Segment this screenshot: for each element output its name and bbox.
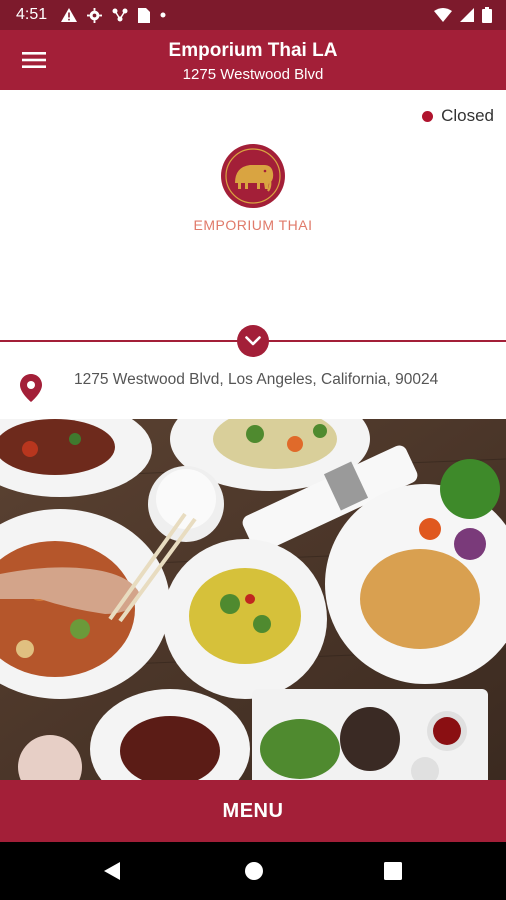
home-icon[interactable] [244,861,264,886]
menu-button[interactable]: MENU [0,780,506,842]
food-photo [0,419,506,780]
address-text: 1275 Westwood Blvd, Los Angeles, Califor… [74,371,439,388]
elephant-logo-icon [221,144,285,208]
signal-icon [460,8,474,22]
logo-text: EMPORIUM THAI [193,217,313,233]
status-icons-right [434,7,492,23]
warning-icon [61,8,78,22]
dot-icon [160,12,166,18]
location-pin-icon [20,374,42,407]
back-icon[interactable] [102,861,122,886]
status-bar: 4:51 [0,0,506,30]
battery-icon [482,7,492,23]
status-dot-icon [422,110,434,122]
status-time: 4:51 [16,6,48,23]
app-subtitle: 1275 Westwood Blvd [182,66,324,83]
recent-apps-icon[interactable] [384,862,402,885]
restaurant-logo [220,143,286,209]
network-icon [112,8,128,22]
status-label: Closed [441,106,494,125]
gear-icon [87,7,103,23]
status-icons-left [61,7,166,23]
address-row[interactable]: 1275 Westwood Blvd, Los Angeles, Califor… [0,360,506,418]
system-nav-bar [0,842,506,900]
app-bar: Emporium Thai LA 1275 Westwood Blvd [0,30,506,90]
wifi-icon [434,8,452,22]
open-status: Closed [422,106,494,126]
app-title: Emporium Thai LA [168,40,338,61]
sim-card-icon [138,7,151,23]
expand-toggle-button[interactable] [237,325,269,357]
chevron-down-icon [245,336,261,346]
